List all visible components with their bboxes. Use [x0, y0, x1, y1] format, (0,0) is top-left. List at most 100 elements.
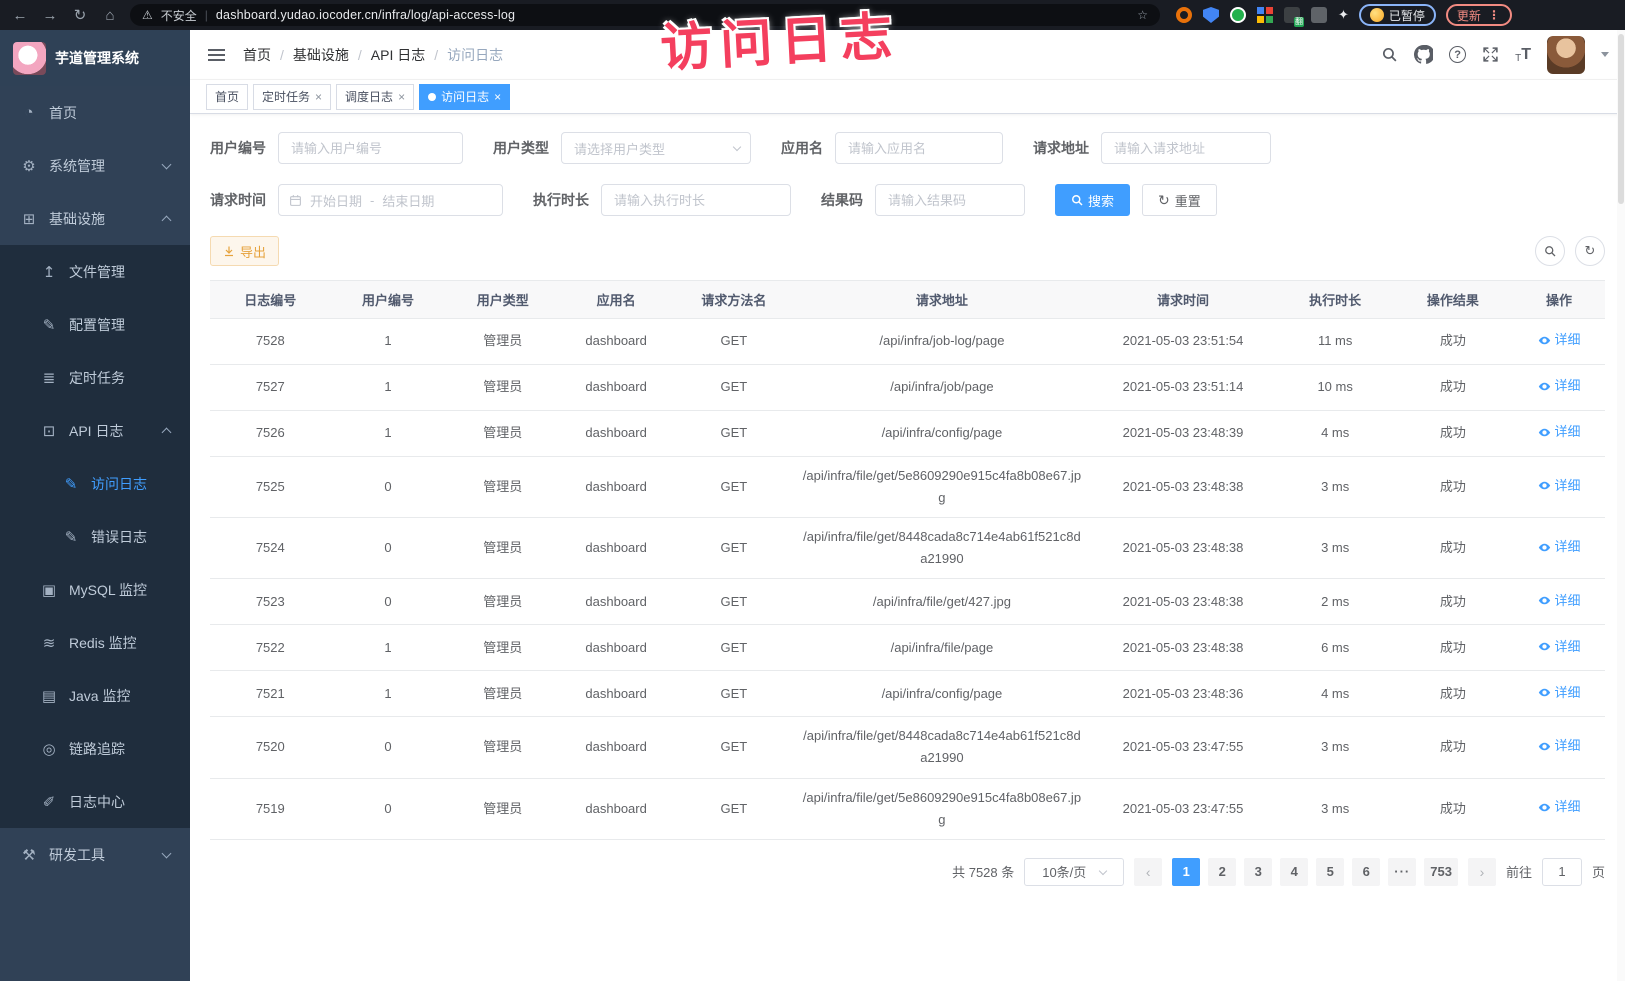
table-row[interactable]: 7521 1 管理员 dashboard GET /api/infra/conf…	[210, 671, 1605, 717]
search-button[interactable]: 搜索	[1055, 184, 1130, 216]
table-row[interactable]: 7525 0 管理员 dashboard GET /api/infra/file…	[210, 457, 1605, 518]
refresh-table-button[interactable]: ↻	[1575, 236, 1605, 266]
browser-back-icon[interactable]: ←	[10, 7, 30, 24]
url-text[interactable]: dashboard.yudao.iocoder.cn/infra/log/api…	[216, 8, 515, 22]
table-row[interactable]: 7524 0 管理员 dashboard GET /api/infra/file…	[210, 518, 1605, 579]
app-logo-row[interactable]: 芋道管理系统	[0, 30, 190, 86]
detail-link[interactable]: 详细	[1538, 475, 1581, 497]
breadcrumb-home[interactable]: 首页	[243, 45, 271, 65]
table-row[interactable]: 7527 1 管理员 dashboard GET /api/infra/job/…	[210, 365, 1605, 411]
detail-link[interactable]: 详细	[1538, 682, 1581, 704]
detail-link[interactable]: 详细	[1538, 329, 1581, 351]
sidebar-item-home[interactable]: ◔ 首页	[0, 86, 190, 139]
request-url-input[interactable]	[1101, 132, 1271, 164]
sidebar-item-job[interactable]: ≣ 定时任务	[0, 351, 190, 404]
page-button[interactable]: 3	[1244, 858, 1272, 886]
table-row[interactable]: 7528 1 管理员 dashboard GET /api/infra/job-…	[210, 319, 1605, 365]
table-row[interactable]: 7526 1 管理员 dashboard GET /api/infra/conf…	[210, 411, 1605, 457]
breadcrumb-api-log[interactable]: API 日志	[371, 45, 425, 65]
detail-link[interactable]: 详细	[1538, 636, 1581, 658]
start-date-placeholder[interactable]: 开始日期	[310, 191, 362, 210]
goto-page-input[interactable]	[1542, 858, 1582, 886]
hamburger-icon[interactable]	[206, 45, 227, 65]
scrollbar-track[interactable]	[1617, 30, 1625, 981]
profile-chip[interactable]: 已暂停	[1359, 4, 1436, 26]
page-button[interactable]: 1	[1172, 858, 1200, 886]
detail-link[interactable]: 详细	[1538, 796, 1581, 818]
close-icon[interactable]: ×	[398, 90, 405, 104]
page-ellipsis[interactable]: ···	[1388, 858, 1416, 886]
detail-link[interactable]: 详细	[1538, 536, 1581, 558]
result-code-input[interactable]	[875, 184, 1025, 216]
scrollbar-thumb[interactable]	[1618, 34, 1624, 204]
tag-home[interactable]: 首页	[206, 84, 248, 110]
toggle-search-button[interactable]	[1535, 236, 1565, 266]
tag-job-log[interactable]: 调度日志×	[336, 84, 414, 110]
sidebar-item-api-log[interactable]: ⊡ API 日志	[0, 404, 190, 457]
user-id-input[interactable]	[278, 132, 463, 164]
fullscreen-icon[interactable]	[1482, 46, 1499, 63]
avatar-caret-icon[interactable]	[1601, 52, 1609, 57]
extension-icon[interactable]	[1257, 7, 1273, 23]
page-button[interactable]: 4	[1280, 858, 1308, 886]
next-page-button[interactable]: ›	[1468, 858, 1496, 886]
app-name-input[interactable]	[835, 132, 1003, 164]
end-date-placeholder[interactable]: 结束日期	[382, 191, 434, 210]
page-button[interactable]: 6	[1352, 858, 1380, 886]
shield-extension-icon[interactable]	[1203, 7, 1219, 23]
tag-job[interactable]: 定时任务×	[253, 84, 331, 110]
browser-home-icon[interactable]: ⌂	[100, 7, 120, 24]
search-icon[interactable]	[1381, 46, 1398, 63]
close-icon[interactable]: ×	[494, 90, 501, 104]
user-type-select[interactable]: 请选择用户类型	[561, 132, 751, 164]
sidebar-item-mysql[interactable]: ▣ MySQL 监控	[0, 563, 190, 616]
detail-link[interactable]: 详细	[1538, 735, 1581, 757]
sidebar-item-dev-tools[interactable]: ⚒ 研发工具	[0, 828, 190, 881]
github-icon[interactable]	[1414, 45, 1433, 64]
page-button[interactable]: 2	[1208, 858, 1236, 886]
export-button[interactable]: 导出	[210, 236, 279, 266]
extension-icon[interactable]	[1176, 7, 1192, 23]
sidebar-item-file[interactable]: ↥ 文件管理	[0, 245, 190, 298]
detail-link[interactable]: 详细	[1538, 590, 1581, 612]
sidebar-item-redis[interactable]: ≋ Redis 监控	[0, 616, 190, 669]
detail-link[interactable]: 详细	[1538, 375, 1581, 397]
browser-reload-icon[interactable]: ↻	[70, 6, 90, 24]
sidebar-item-infra[interactable]: ⊞ 基础设施	[0, 192, 190, 245]
table-row[interactable]: 7520 0 管理员 dashboard GET /api/infra/file…	[210, 717, 1605, 778]
date-range-picker[interactable]: 开始日期 - 结束日期	[278, 184, 503, 216]
sidebar-item-access-log[interactable]: ✎ 访问日志	[0, 457, 190, 510]
sidebar-item-config[interactable]: ✎ 配置管理	[0, 298, 190, 351]
tag-access-log[interactable]: 访问日志×	[419, 84, 510, 110]
browser-menu-icon[interactable]: ⋮	[1488, 8, 1501, 22]
sidebar-item-log-center[interactable]: ✐ 日志中心	[0, 775, 190, 828]
close-icon[interactable]: ×	[315, 90, 322, 104]
page-size-select[interactable]: 10条/页	[1024, 858, 1124, 886]
help-icon[interactable]: ?	[1449, 46, 1466, 63]
bookmark-star-icon[interactable]: ☆	[1137, 8, 1148, 22]
font-size-icon[interactable]: TT	[1515, 46, 1531, 64]
table-row[interactable]: 7519 0 管理员 dashboard GET /api/infra/file…	[210, 778, 1605, 839]
reset-button[interactable]: ↻ 重置	[1142, 184, 1217, 216]
table-row[interactable]: 7522 1 管理员 dashboard GET /api/infra/file…	[210, 625, 1605, 671]
update-button[interactable]: 更新 ⋮	[1446, 4, 1512, 26]
prev-page-button[interactable]: ‹	[1134, 858, 1162, 886]
sidebar-item-system[interactable]: ⚙ 系统管理	[0, 139, 190, 192]
security-label[interactable]: 不安全	[161, 7, 197, 24]
browser-forward-icon[interactable]: →	[40, 7, 60, 24]
sidebar-item-java[interactable]: ▤ Java 监控	[0, 669, 190, 722]
breadcrumb-infra[interactable]: 基础设施	[293, 45, 349, 65]
extension-icon[interactable]	[1230, 7, 1246, 23]
extensions-pin-icon[interactable]: ✦	[1338, 7, 1349, 23]
duration-input[interactable]	[601, 184, 791, 216]
address-bar[interactable]: ⚠ 不安全 | dashboard.yudao.iocoder.cn/infra…	[130, 4, 1160, 26]
sidebar-item-error-log[interactable]: ✎ 错误日志	[0, 510, 190, 563]
sidebar-item-trace[interactable]: ◎ 链路追踪	[0, 722, 190, 775]
detail-link[interactable]: 详细	[1538, 421, 1581, 443]
translate-extension-icon[interactable]: 翻	[1284, 7, 1300, 23]
table-row[interactable]: 7523 0 管理员 dashboard GET /api/infra/file…	[210, 579, 1605, 625]
extension-icon[interactable]	[1311, 7, 1327, 23]
page-button[interactable]: 753	[1424, 858, 1458, 886]
user-avatar[interactable]	[1547, 36, 1585, 74]
page-button[interactable]: 5	[1316, 858, 1344, 886]
